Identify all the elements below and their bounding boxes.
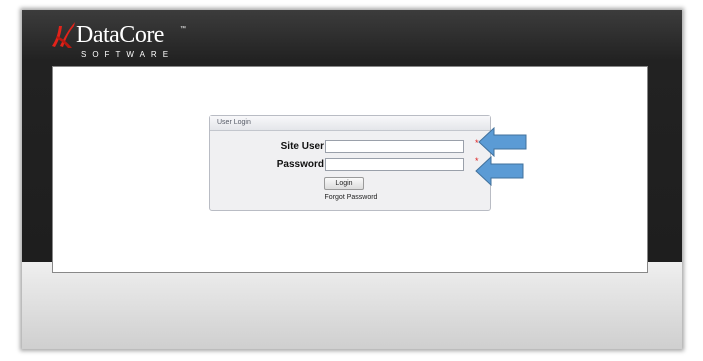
- left-arrow-icon: [475, 156, 524, 186]
- login-panel: User Login Site User * Password * Login …: [209, 115, 491, 211]
- trademark-symbol: ™: [180, 26, 186, 32]
- login-button[interactable]: Login: [324, 177, 364, 190]
- password-row: Password *: [210, 156, 492, 172]
- page-footer-band: [22, 262, 682, 349]
- datacore-logo[interactable]: DataCore ™ SOFTWARE: [50, 20, 210, 60]
- datacore-swoosh-icon: [52, 22, 75, 48]
- panel-title: User Login: [210, 116, 490, 131]
- forgot-password-link[interactable]: Forgot Password: [210, 194, 492, 201]
- browser-screenshot-frame: DataCore ™ SOFTWARE User Login Site User…: [22, 10, 682, 349]
- username-row: Site User *: [210, 138, 492, 154]
- password-input[interactable]: [325, 158, 464, 171]
- left-arrow-icon: [478, 127, 527, 157]
- password-label: Password: [276, 159, 324, 170]
- username-input[interactable]: [325, 140, 464, 153]
- content-area: User Login Site User * Password * Login …: [52, 66, 648, 273]
- brand-tagline: SOFTWARE: [81, 50, 175, 59]
- username-label: Site User: [280, 141, 324, 152]
- brand-name: DataCore: [76, 22, 164, 48]
